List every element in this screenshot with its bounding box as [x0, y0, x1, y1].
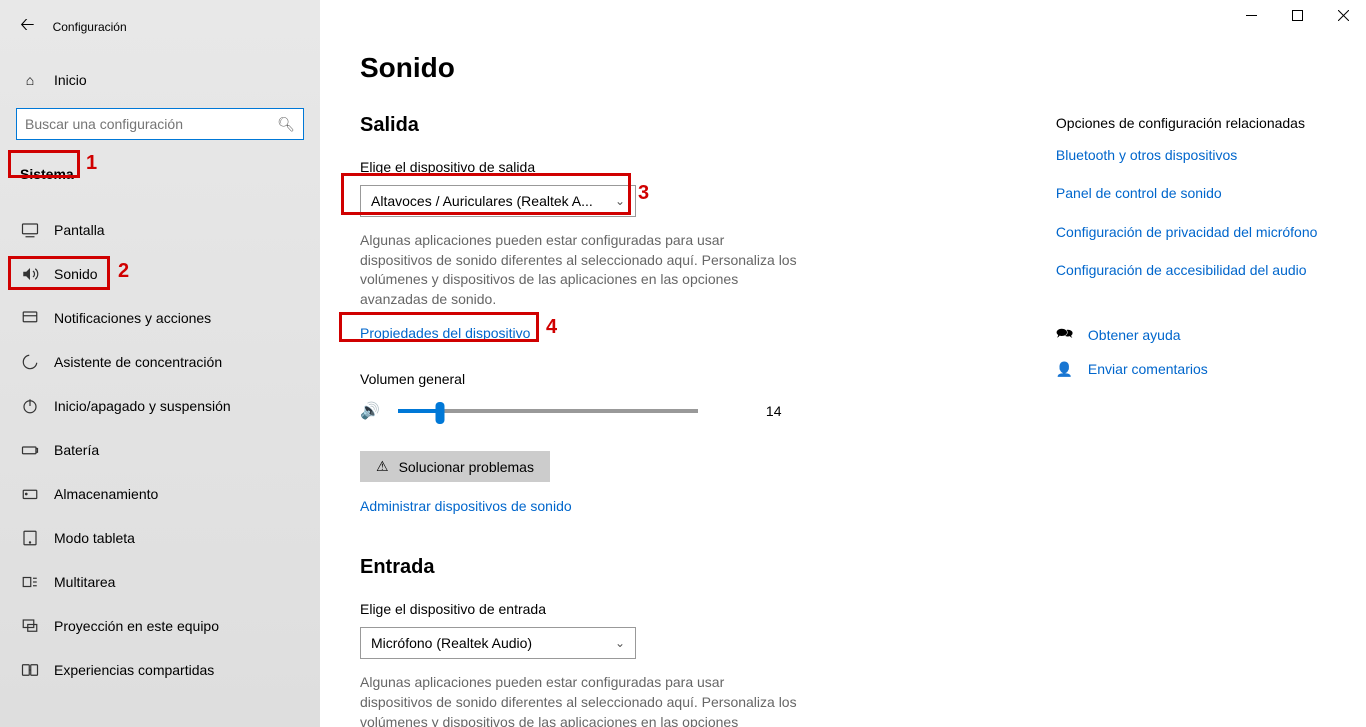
nav-item-tableta[interactable]: Modo tableta: [0, 516, 320, 560]
sound-icon: [20, 265, 40, 283]
output-choose-label: Elige el dispositivo de salida: [360, 159, 1016, 175]
nav-label: Almacenamiento: [54, 486, 158, 502]
device-properties-link[interactable]: Propiedades del dispositivo: [360, 325, 530, 341]
power-icon: [20, 397, 40, 415]
display-icon: [20, 221, 40, 239]
nav-label: Experiencias compartidas: [54, 662, 214, 678]
nav-label: Asistente de concentración: [54, 354, 222, 370]
battery-icon: [20, 441, 40, 459]
chevron-down-icon: ⌄: [615, 636, 625, 650]
volume-slider[interactable]: [398, 409, 698, 413]
nav-item-energia[interactable]: Inicio/apagado y suspensión: [0, 384, 320, 428]
nav-label: Batería: [54, 442, 99, 458]
output-description: Algunas aplicaciones pueden estar config…: [360, 231, 800, 309]
share-icon: [20, 661, 40, 679]
back-icon[interactable]: 🡠: [20, 12, 35, 42]
help-link[interactable]: Obtener ayuda: [1088, 327, 1181, 343]
home-label: Inicio: [54, 72, 87, 88]
output-section: Salida: [360, 114, 1016, 137]
search-icon: 🔍︎: [277, 116, 295, 133]
search-field[interactable]: [25, 116, 277, 132]
feedback-row[interactable]: 👤 Enviar comentarios: [1056, 361, 1326, 378]
slider-fill: [398, 409, 440, 413]
nav-item-sonido[interactable]: Sonido: [0, 252, 320, 296]
warning-icon: ⚠: [376, 458, 389, 475]
related-title: Opciones de configuración relacionadas: [1056, 114, 1326, 132]
related-link-audio-access[interactable]: Configuración de accesibilidad del audio: [1056, 261, 1326, 279]
nav-label: Inicio/apagado y suspensión: [54, 398, 231, 414]
speaker-icon[interactable]: 🔊: [360, 401, 380, 421]
nav-item-notificaciones[interactable]: Notificaciones y acciones: [0, 296, 320, 340]
close-button[interactable]: [1320, 0, 1366, 30]
nav-item-asistente[interactable]: Asistente de concentración: [0, 340, 320, 384]
feedback-link[interactable]: Enviar comentarios: [1088, 361, 1208, 377]
nav-list: Pantalla Sonido Notificaciones y accione…: [0, 208, 320, 692]
main-content: Sonido Salida Elige el dispositivo de sa…: [320, 0, 1366, 727]
category-heading: Sistema: [0, 158, 320, 190]
input-section: Entrada: [360, 556, 1016, 579]
input-description: Algunas aplicaciones pueden estar config…: [360, 673, 800, 727]
maximize-button[interactable]: [1274, 0, 1320, 30]
nav-label: Notificaciones y acciones: [54, 310, 211, 326]
volume-row: 🔊 14: [360, 401, 1016, 421]
nav-label: Pantalla: [54, 222, 105, 238]
manage-devices-link[interactable]: Administrar dispositivos de sonido: [360, 498, 572, 514]
output-device-dropdown[interactable]: Altavoces / Auriculares (Realtek A... ⌄: [360, 185, 636, 217]
minimize-button[interactable]: [1228, 0, 1274, 30]
related-link-sound-cp[interactable]: Panel de control de sonido: [1056, 184, 1326, 202]
project-icon: [20, 617, 40, 635]
nav-item-almacenamiento[interactable]: Almacenamiento: [0, 472, 320, 516]
nav-label: Sonido: [54, 266, 98, 282]
window-controls: [1228, 0, 1366, 30]
related-link-bluetooth[interactable]: Bluetooth y otros dispositivos: [1056, 146, 1326, 164]
focus-icon: [20, 353, 40, 371]
help-icon: 🗪: [1056, 323, 1074, 347]
troubleshoot-button[interactable]: ⚠ Solucionar problemas: [360, 451, 550, 482]
home-icon: ⌂: [20, 72, 40, 88]
nav-item-multitarea[interactable]: Multitarea: [0, 560, 320, 604]
app-title: Configuración: [53, 20, 127, 34]
titlebar: 🡠 Configuración: [0, 12, 320, 62]
storage-icon: [20, 485, 40, 503]
slider-thumb[interactable]: [435, 402, 444, 424]
volume-value: 14: [766, 403, 782, 419]
nav-label: Modo tableta: [54, 530, 135, 546]
nav-item-bateria[interactable]: Batería: [0, 428, 320, 472]
input-choose-label: Elige el dispositivo de entrada: [360, 601, 1016, 617]
help-row[interactable]: 🗪 Obtener ayuda: [1056, 323, 1326, 347]
nav-item-proyeccion[interactable]: Proyección en este equipo: [0, 604, 320, 648]
feedback-icon: 👤: [1056, 361, 1074, 378]
nav-item-experiencias[interactable]: Experiencias compartidas: [0, 648, 320, 692]
nav-label: Multitarea: [54, 574, 115, 590]
home-button[interactable]: ⌂ Inicio: [0, 62, 320, 98]
input-device-value: Micrófono (Realtek Audio): [371, 635, 532, 651]
troubleshoot-label: Solucionar problemas: [399, 459, 534, 475]
multitask-icon: [20, 573, 40, 591]
output-device-value: Altavoces / Auriculares (Realtek A...: [371, 193, 593, 209]
related-panel: Opciones de configuración relacionadas B…: [1056, 114, 1326, 727]
search-input[interactable]: 🔍︎: [16, 108, 304, 140]
page-title: Sonido: [360, 52, 1326, 84]
chevron-down-icon: ⌄: [615, 194, 625, 208]
sidebar: 🡠 Configuración ⌂ Inicio 🔍︎ Sistema Pant…: [0, 0, 320, 727]
tablet-icon: [20, 529, 40, 547]
nav-label: Proyección en este equipo: [54, 618, 219, 634]
related-link-mic-privacy[interactable]: Configuración de privacidad del micrófon…: [1056, 223, 1326, 241]
input-device-dropdown[interactable]: Micrófono (Realtek Audio) ⌄: [360, 627, 636, 659]
nav-item-pantalla[interactable]: Pantalla: [0, 208, 320, 252]
volume-label: Volumen general: [360, 371, 1016, 387]
notifications-icon: [20, 309, 40, 327]
